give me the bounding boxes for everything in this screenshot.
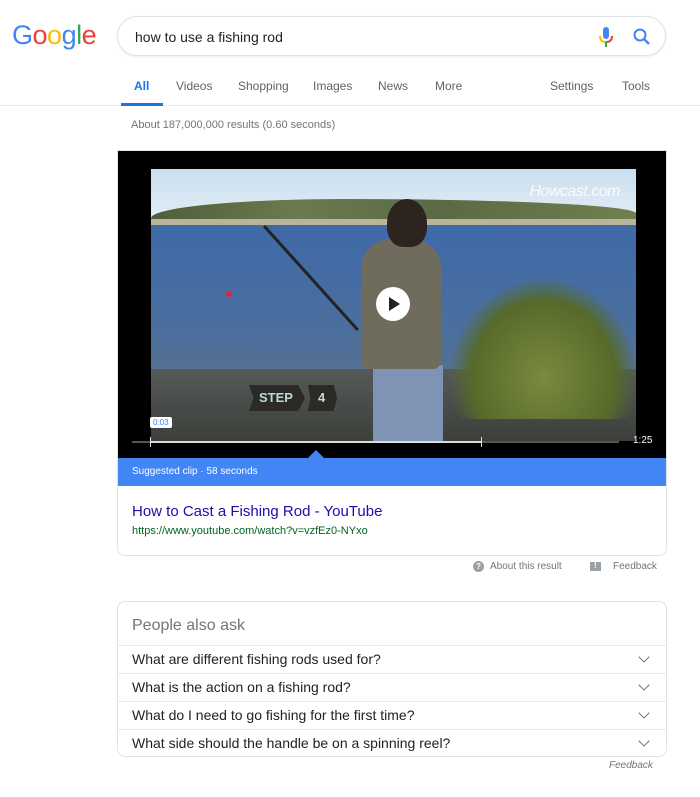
clip-pointer — [308, 450, 324, 458]
paa-question-text: What are different fishing rods used for… — [132, 651, 381, 667]
tab-tools[interactable]: Tools — [622, 79, 650, 93]
result-stats: About 187,000,000 results (0.60 seconds) — [131, 119, 336, 131]
help-icon: ? — [473, 561, 484, 572]
clip-end-marker — [481, 437, 482, 447]
paa-question-text: What is the action on a fishing rod? — [132, 679, 351, 695]
featured-video-card: Howcast.com STEP 4 0:03 1:25 Suggested c… — [117, 150, 667, 556]
logo-letter: g — [61, 20, 77, 50]
paa-question[interactable]: What are different fishing rods used for… — [118, 645, 666, 673]
chevron-down-icon — [638, 651, 650, 663]
paa-title: People also ask — [132, 617, 245, 634]
video-thumbnail[interactable]: Howcast.com STEP 4 — [151, 169, 636, 441]
clip-start-time: 0:03 — [150, 417, 172, 428]
clip-start-marker — [150, 437, 151, 447]
search-icon[interactable] — [632, 27, 652, 47]
tab-videos[interactable]: Videos — [176, 79, 212, 93]
paa-question[interactable]: What side should the handle be on a spin… — [118, 729, 666, 757]
feedback-link[interactable]: Feedback — [590, 561, 657, 572]
tab-images[interactable]: Images — [313, 79, 352, 93]
search-input[interactable] — [135, 26, 575, 48]
clip-range — [150, 441, 481, 443]
about-result-link[interactable]: ? About this result — [473, 561, 562, 572]
microphone-icon[interactable] — [598, 27, 614, 47]
paa-feedback-link[interactable]: Feedback — [609, 760, 653, 771]
video-player[interactable]: Howcast.com STEP 4 0:03 1:25 — [118, 151, 666, 458]
logo-letter: G — [12, 20, 33, 50]
about-result-label: About this result — [490, 561, 562, 572]
search-box — [117, 16, 666, 56]
tab-settings[interactable]: Settings — [550, 79, 593, 93]
video-duration: 1:25 — [633, 435, 653, 446]
logo-letter: e — [81, 20, 97, 50]
chevron-down-icon — [638, 735, 650, 747]
paa-question-text: What do I need to go fishing for the fir… — [132, 707, 415, 723]
tab-shopping[interactable]: Shopping — [238, 79, 289, 93]
logo-letter: o — [32, 20, 48, 50]
feedback-label: Feedback — [613, 561, 657, 572]
chevron-down-icon — [638, 707, 650, 719]
paa-question[interactable]: What is the action on a fishing rod? — [118, 673, 666, 701]
step-badge: STEP 4 — [249, 385, 338, 411]
result-url: https://www.youtube.com/watch?v=vzfEz0-N… — [132, 525, 368, 537]
step-number: 4 — [307, 385, 338, 411]
step-label: STEP — [249, 385, 305, 411]
logo-letter: o — [47, 20, 62, 50]
tab-all[interactable]: All — [134, 79, 149, 93]
tab-news[interactable]: News — [378, 79, 408, 93]
play-icon[interactable] — [376, 287, 410, 321]
result-title-link[interactable]: How to Cast a Fishing Rod - YouTube — [132, 503, 382, 520]
feedback-icon — [590, 561, 601, 571]
search-tabs: All Videos Shopping Images News More Set… — [0, 70, 700, 106]
active-tab-indicator — [121, 103, 163, 106]
people-also-ask: People also ask What are different fishi… — [117, 601, 667, 757]
paa-question-text: What side should the handle be on a spin… — [132, 735, 451, 751]
suggested-clip-bar: Suggested clip · 58 seconds — [118, 458, 666, 486]
tab-more[interactable]: More — [435, 79, 462, 93]
video-watermark: Howcast.com — [529, 183, 620, 200]
chevron-down-icon — [638, 679, 650, 691]
google-logo[interactable]: Google — [12, 20, 97, 51]
paa-question[interactable]: What do I need to go fishing for the fir… — [118, 701, 666, 729]
